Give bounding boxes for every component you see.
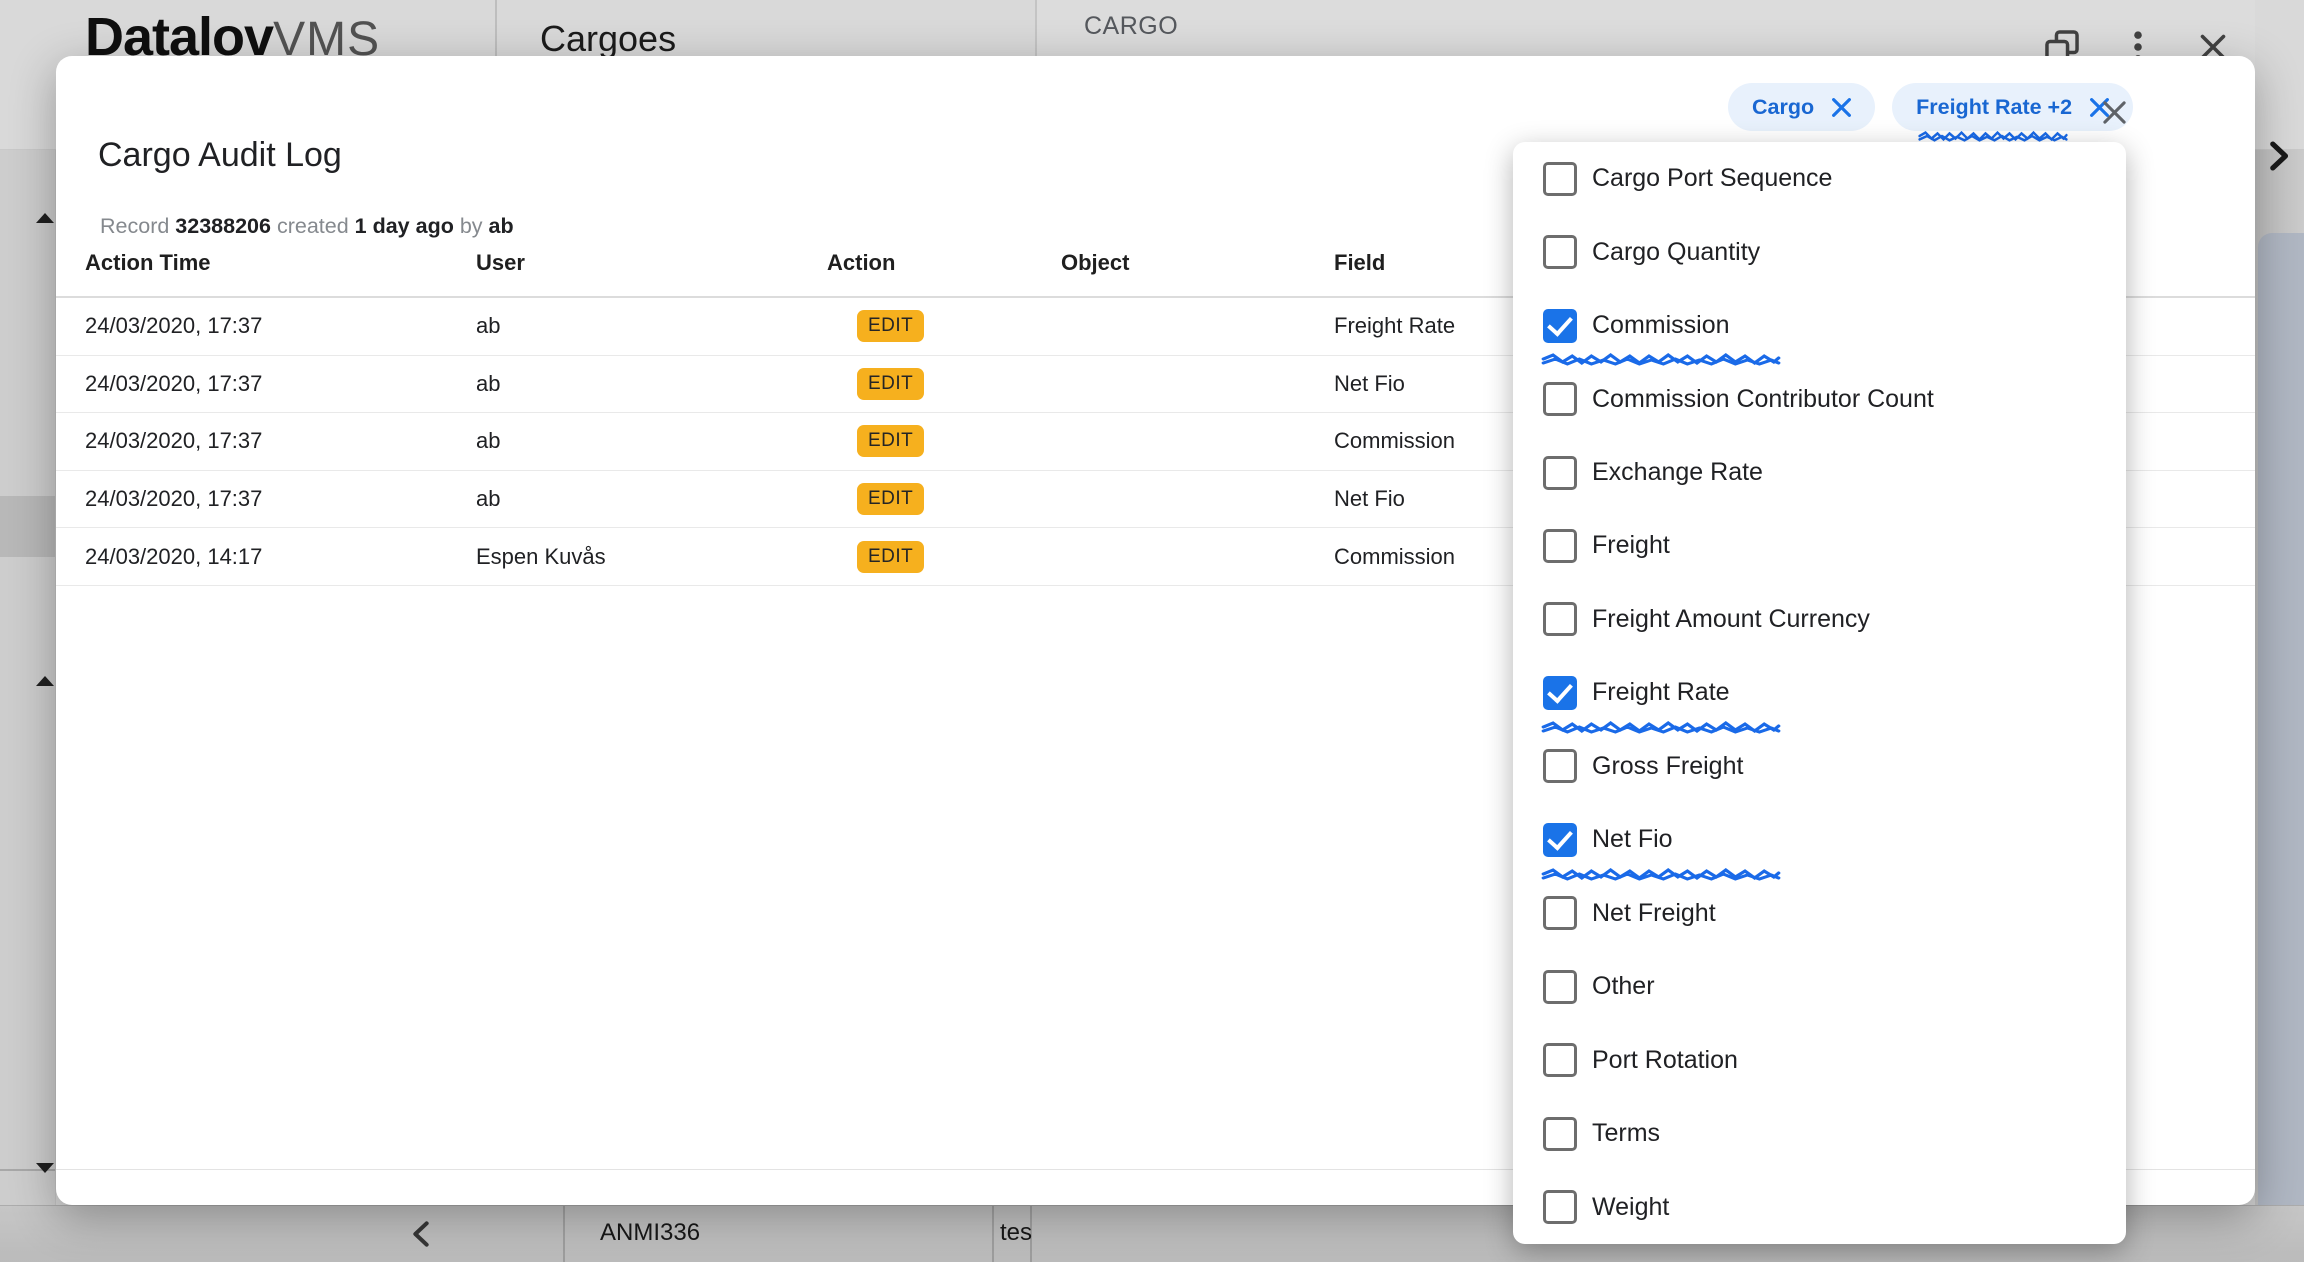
checkbox[interactable] [1543,1190,1577,1224]
dropdown-option-cargo-quantity[interactable]: Cargo Quantity [1513,215,2126,288]
dropdown-option-exchange-rate[interactable]: Exchange Rate [1513,436,2126,509]
edit-badge: EDIT [857,425,924,457]
modal-title: Cargo Audit Log [98,136,342,175]
option-label: Commission [1592,311,1730,340]
option-label: Freight [1592,531,1670,560]
cell-action-time: 24/03/2020, 14:17 [85,544,476,570]
checkbox[interactable] [1543,602,1577,636]
close-icon[interactable] [2092,90,2136,134]
filter-chips: Cargo Freight Rate +2 [1728,83,2133,131]
cell-action-time: 24/03/2020, 17:37 [85,313,476,339]
option-label: Net Fio [1592,825,1673,854]
field-filter-dropdown: Cargo Port Sequence Cargo Quantity Commi… [1513,142,2126,1244]
checkbox[interactable] [1543,529,1577,563]
cell-user: ab [476,371,827,397]
dropdown-option-net-freight[interactable]: Net Freight [1513,877,2126,950]
checkbox[interactable] [1543,1117,1577,1151]
column-header: Action Time [85,250,476,276]
option-label: Commission Contributor Count [1592,385,1934,414]
cell-action-time: 24/03/2020, 17:37 [85,371,476,397]
checkbox[interactable] [1543,970,1577,1004]
cell-user: ab [476,428,827,454]
dropdown-option-freight-amount-currency[interactable]: Freight Amount Currency [1513,583,2126,656]
option-label: Freight Rate [1592,678,1730,707]
column-header: Object [1061,250,1334,276]
cell-action-time: 24/03/2020, 17:37 [85,486,476,512]
dropdown-option-port-rotation[interactable]: Port Rotation [1513,1023,2126,1096]
cell-action: EDIT [827,368,1061,400]
checkbox[interactable] [1543,456,1577,490]
dropdown-option-terms[interactable]: Terms [1513,1097,2126,1170]
dropdown-option-gross-freight[interactable]: Gross Freight [1513,730,2126,803]
chip-label: Cargo [1752,95,1814,120]
option-label: Freight Amount Currency [1592,605,1870,634]
checkbox[interactable] [1543,382,1577,416]
dropdown-option-other[interactable]: Other [1513,950,2126,1023]
option-label: Terms [1592,1119,1660,1148]
checkbox[interactable] [1543,823,1577,857]
cell-user: Espen Kuvås [476,544,827,570]
edit-badge: EDIT [857,483,924,515]
cell-action: EDIT [827,425,1061,457]
dropdown-option-freight[interactable]: Freight [1513,509,2126,582]
chip-remove-icon[interactable] [1828,94,1855,121]
cell-action: EDIT [827,483,1061,515]
dropdown-option-freight-rate[interactable]: Freight Rate [1513,656,2126,729]
dropdown-option-commission[interactable]: Commission [1513,289,2126,362]
column-header: User [476,250,827,276]
checkbox[interactable] [1543,676,1577,710]
edit-badge: EDIT [857,368,924,400]
dropdown-option-cargo-port-sequence[interactable]: Cargo Port Sequence [1513,142,2126,215]
checkbox[interactable] [1543,162,1577,196]
option-label: Weight [1592,1193,1669,1222]
checkbox[interactable] [1543,749,1577,783]
option-label: Exchange Rate [1592,458,1763,487]
scribble-underline [1918,130,2068,142]
checkbox[interactable] [1543,1043,1577,1077]
cell-action-time: 24/03/2020, 17:37 [85,428,476,454]
cell-action: EDIT [827,310,1061,342]
edit-badge: EDIT [857,541,924,573]
option-label: Cargo Quantity [1592,238,1760,267]
dropdown-option-net-fio[interactable]: Net Fio [1513,803,2126,876]
cell-action: EDIT [827,541,1061,573]
cell-user: ab [476,486,827,512]
screen: DatalovVMS Cargoes CARGO [0,0,2304,1262]
chip-label: Freight Rate +2 [1916,95,2072,120]
option-label: Cargo Port Sequence [1592,164,1832,193]
column-header: Action [827,250,1061,276]
option-label: Net Freight [1592,899,1716,928]
checkbox[interactable] [1543,896,1577,930]
option-label: Gross Freight [1592,752,1743,781]
filter-chip-cargo[interactable]: Cargo [1728,83,1875,131]
option-label: Port Rotation [1592,1046,1738,1075]
edit-badge: EDIT [857,310,924,342]
option-label: Other [1592,972,1655,1001]
checkbox[interactable] [1543,235,1577,269]
checkbox[interactable] [1543,309,1577,343]
dropdown-option-commission-contributor-count[interactable]: Commission Contributor Count [1513,362,2126,435]
cell-user: ab [476,313,827,339]
dropdown-option-weight[interactable]: Weight [1513,1170,2126,1243]
